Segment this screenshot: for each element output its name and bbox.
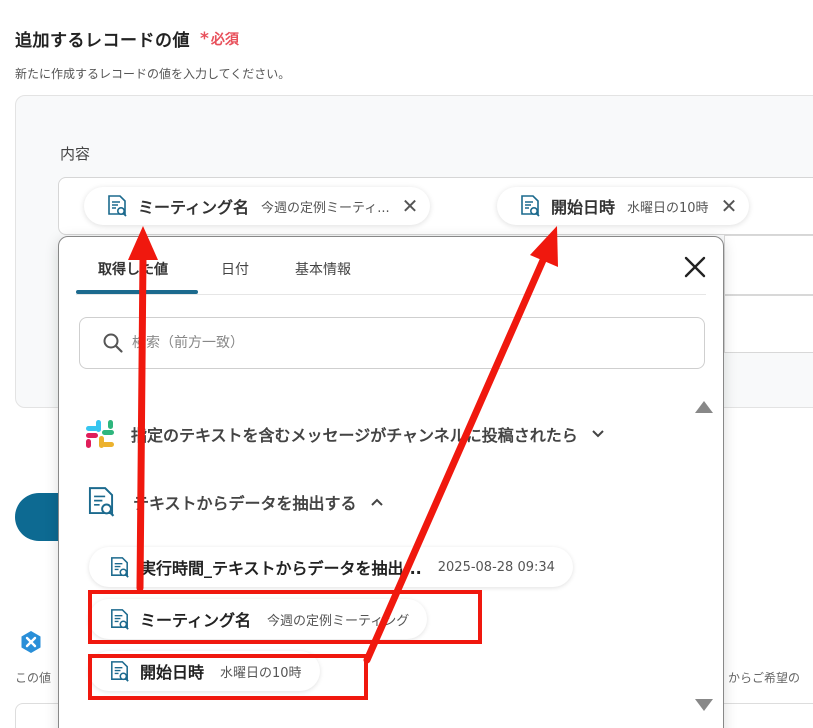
- background-description-right: からご希望の: [728, 671, 801, 685]
- search-box[interactable]: [79, 317, 705, 369]
- yoom-icon: [21, 631, 41, 653]
- variable-item-execution-time[interactable]: 実行時間_テキストからデータを抽出... 2025-08-28 09:34: [89, 547, 573, 587]
- required-badge: * 必須: [200, 29, 239, 49]
- document-search-icon: [521, 195, 540, 217]
- chip-label: 開始日時: [551, 198, 616, 217]
- group-title: テキストからデータを抽出する: [133, 494, 357, 513]
- chip-label: ミーティング名: [138, 198, 250, 217]
- search-input[interactable]: [132, 335, 612, 351]
- item-value: 2025-08-28 09:34: [437, 559, 555, 575]
- variable-chip-meeting-name[interactable]: ミーティング名 今週の定例ミーティ... ✕: [84, 187, 431, 225]
- required-star: *: [200, 29, 209, 49]
- section-description: 新たに作成するレコードの値を入力してください。: [15, 67, 291, 81]
- chevron-up-icon[interactable]: [369, 494, 385, 510]
- field-label-content: 内容: [60, 145, 91, 163]
- group-slack-trigger[interactable]: 指定のテキストを含むメッセージがチャンネルに投稿されたら: [83, 417, 606, 451]
- chip-value: 水曜日の10時: [627, 200, 709, 216]
- search-icon: [103, 333, 123, 353]
- document-search-icon: [108, 195, 127, 217]
- slack-icon: [86, 420, 114, 448]
- group-title: 指定のテキストを含むメッセージがチャンネルに投稿されたら: [131, 426, 578, 445]
- scroll-down-arrow[interactable]: [695, 699, 713, 711]
- section-title: 追加するレコードの値: [15, 31, 190, 51]
- highlight-box-start-datetime: [88, 654, 368, 700]
- scroll-up-arrow[interactable]: [695, 401, 713, 413]
- close-icon[interactable]: [681, 253, 709, 281]
- required-label: 必須: [210, 32, 239, 48]
- background-input-row: [724, 295, 813, 353]
- chip-value: 今週の定例ミーティ...: [261, 200, 390, 216]
- tab-retrieved-values[interactable]: 取得した値: [98, 259, 168, 279]
- background-input-row: [724, 235, 813, 295]
- variable-chip-start-datetime[interactable]: 開始日時 水曜日の10時 ✕: [497, 187, 750, 225]
- active-tab-indicator: [76, 290, 198, 294]
- tab-bar: 取得した値 日付 基本情報: [76, 237, 706, 295]
- tab-basic-info[interactable]: 基本情報: [295, 259, 351, 279]
- close-icon[interactable]: ✕: [402, 196, 419, 216]
- item-label: 実行時間_テキストからデータを抽出...: [140, 559, 422, 578]
- background-description: この値: [15, 671, 52, 685]
- group-extract-text[interactable]: テキストからデータを抽出する: [83, 483, 385, 521]
- chevron-down-icon[interactable]: [590, 426, 606, 442]
- tab-date[interactable]: 日付: [221, 259, 249, 279]
- document-search-icon: [111, 556, 129, 578]
- close-icon[interactable]: ✕: [721, 196, 738, 216]
- document-search-icon: [88, 487, 115, 517]
- highlight-box-meeting-name: [88, 590, 482, 644]
